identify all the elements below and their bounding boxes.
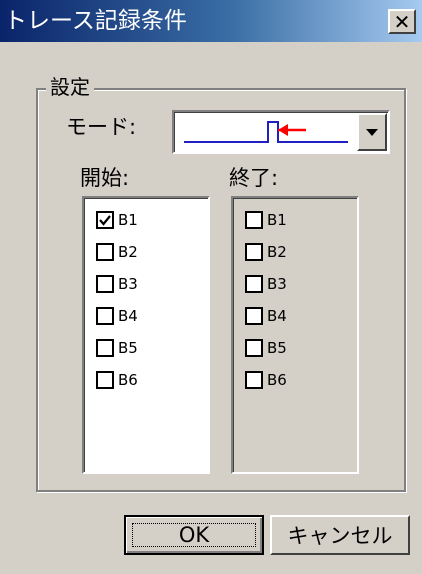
start-b3-checkbox[interactable]	[96, 275, 114, 293]
start-listbox: B1 B2 B3 B4 B5 B6	[82, 196, 210, 474]
start-b5-label: B5	[118, 339, 138, 357]
end-b3-checkbox[interactable]	[245, 275, 263, 293]
settings-group-label: 設定	[46, 73, 94, 101]
end-b5-checkbox[interactable]	[245, 339, 263, 357]
rising-edge-waveform-icon	[184, 121, 348, 143]
close-icon: ✕	[393, 9, 411, 34]
start-b6-checkbox[interactable]	[96, 371, 114, 389]
end-b1-checkbox[interactable]	[245, 211, 263, 229]
chevron-down-icon	[366, 129, 378, 136]
start-b4-checkbox[interactable]	[96, 307, 114, 325]
start-item-b2[interactable]: B2	[96, 238, 138, 266]
end-listbox: B1 B2 B3 B4 B5 B6	[231, 196, 359, 474]
start-b5-checkbox[interactable]	[96, 339, 114, 357]
start-item-b5[interactable]: B5	[96, 334, 138, 362]
end-b1-label: B1	[267, 211, 287, 229]
start-b1-label: B1	[118, 211, 138, 229]
start-b2-checkbox[interactable]	[96, 243, 114, 261]
title-bar: トレース記録条件 ✕	[0, 0, 422, 42]
cancel-button[interactable]: キャンセル	[270, 515, 410, 555]
end-b4-checkbox[interactable]	[245, 307, 263, 325]
start-b6-label: B6	[118, 371, 138, 389]
mode-label: モード:	[66, 115, 137, 139]
start-item-b3[interactable]: B3	[96, 270, 138, 298]
end-b2-label: B2	[267, 243, 287, 261]
end-b3-label: B3	[267, 275, 287, 293]
end-b4-label: B4	[267, 307, 287, 325]
start-b1-checkbox[interactable]	[96, 211, 114, 229]
start-b3-label: B3	[118, 275, 138, 293]
ok-button[interactable]: OK	[124, 515, 264, 555]
end-item-b6[interactable]: B6	[245, 366, 287, 394]
end-label: 終了:	[229, 166, 279, 190]
start-item-b4[interactable]: B4	[96, 302, 138, 330]
end-item-b3[interactable]: B3	[245, 270, 287, 298]
start-label: 開始:	[80, 166, 130, 190]
end-item-b5[interactable]: B5	[245, 334, 287, 362]
start-item-b6[interactable]: B6	[96, 366, 138, 394]
start-b2-label: B2	[118, 243, 138, 261]
end-item-b1[interactable]: B1	[245, 206, 287, 234]
mode-dropdown-button[interactable]	[357, 113, 387, 151]
cancel-button-label: キャンセル	[287, 524, 393, 548]
end-b5-label: B5	[267, 339, 287, 357]
focus-rectangle	[132, 523, 256, 547]
end-b2-checkbox[interactable]	[245, 243, 263, 261]
end-b6-label: B6	[267, 371, 287, 389]
end-item-b2[interactable]: B2	[245, 238, 287, 266]
start-b4-label: B4	[118, 307, 138, 325]
start-item-b1[interactable]: B1	[96, 206, 138, 234]
window-title: トレース記録条件	[4, 8, 187, 34]
close-button[interactable]: ✕	[388, 9, 416, 34]
mode-combobox[interactable]	[172, 110, 390, 154]
end-b6-checkbox[interactable]	[245, 371, 263, 389]
end-item-b4[interactable]: B4	[245, 302, 287, 330]
checkmark-icon	[99, 215, 111, 226]
